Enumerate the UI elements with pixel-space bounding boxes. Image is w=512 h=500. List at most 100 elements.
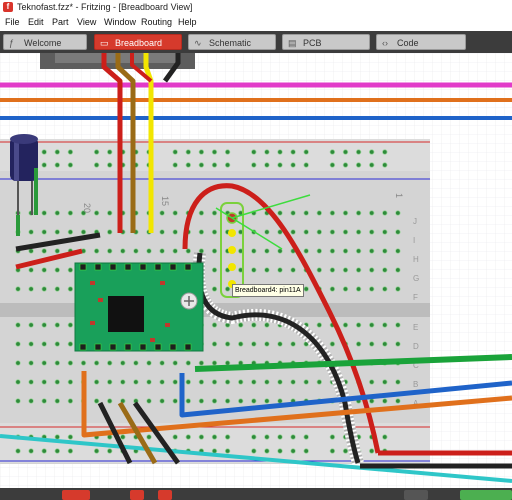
breadboard-hole[interactable] (15, 379, 21, 385)
breadboard-hole[interactable] (369, 210, 375, 216)
breadboard-hole[interactable] (159, 398, 165, 404)
breadboard-hole[interactable] (329, 229, 336, 235)
breadboard-hole[interactable] (224, 434, 231, 440)
breadboard-hole[interactable] (355, 248, 362, 254)
breadboard-hole[interactable] (290, 341, 296, 347)
breadboard-hole[interactable] (67, 434, 74, 440)
breadboard-hole[interactable] (133, 379, 139, 385)
breadboard-hole[interactable] (54, 398, 60, 404)
breadboard-hole[interactable] (159, 248, 165, 254)
breadboard-hole[interactable] (185, 434, 191, 440)
breadboard-hole[interactable] (224, 162, 231, 168)
breadboard-hole[interactable] (198, 162, 205, 168)
toolbar-zoom-button[interactable] (404, 490, 428, 500)
breadboard-hole[interactable] (185, 398, 191, 404)
breadboard-hole[interactable] (198, 398, 205, 404)
breadboard-hole[interactable] (329, 341, 336, 347)
breadboard-hole[interactable] (15, 286, 21, 292)
breadboard-hole[interactable] (382, 162, 388, 168)
breadboard-hole[interactable] (395, 229, 401, 235)
breadboard-hole[interactable] (41, 360, 47, 366)
breadboard-canvas[interactable]: 20 15 1 J I H G F E D C B A Breadboard4:… (0, 53, 512, 488)
breadboard-hole[interactable] (369, 379, 375, 385)
breadboard-hole[interactable] (54, 267, 60, 273)
breadboard-hole[interactable] (264, 398, 270, 404)
breadboard-hole[interactable] (67, 286, 74, 292)
breadboard-hole[interactable] (28, 322, 34, 328)
breadboard-hole[interactable] (395, 322, 401, 328)
breadboard-hole[interactable] (329, 448, 336, 454)
breadboard-hole[interactable] (316, 229, 322, 235)
breadboard-hole[interactable] (54, 448, 60, 454)
breadboard-hole[interactable] (185, 360, 191, 366)
breadboard-hole[interactable] (198, 434, 205, 440)
breadboard-hole[interactable] (211, 267, 218, 273)
breadboard-hole[interactable] (382, 149, 388, 155)
breadboard-hole[interactable] (211, 149, 218, 155)
breadboard-hole[interactable] (303, 379, 309, 385)
breadboard-hole[interactable] (342, 229, 349, 235)
breadboard-hole[interactable] (172, 434, 178, 440)
breadboard-hole[interactable] (106, 379, 113, 385)
breadboard-hole[interactable] (342, 210, 349, 216)
breadboard-hole[interactable] (264, 267, 270, 273)
breadboard-hole[interactable] (355, 341, 362, 347)
breadboard-hole[interactable] (329, 267, 336, 273)
breadboard-hole[interactable] (277, 210, 283, 216)
breadboard-hole[interactable] (41, 248, 47, 254)
breadboard-hole[interactable] (316, 210, 322, 216)
breadboard-hole[interactable] (290, 448, 296, 454)
breadboard-hole[interactable] (355, 286, 362, 292)
tab-schematic[interactable]: ∿ Schematic (188, 34, 276, 50)
breadboard-hole[interactable] (93, 162, 100, 168)
breadboard-hole[interactable] (54, 286, 60, 292)
breadboard-hole[interactable] (172, 229, 178, 235)
breadboard-hole[interactable] (28, 267, 34, 273)
toolbar-add-button[interactable] (130, 490, 144, 500)
breadboard-hole[interactable] (264, 149, 270, 155)
breadboard-hole[interactable] (54, 341, 60, 347)
breadboard-hole[interactable] (41, 398, 47, 404)
breadboard-hole[interactable] (342, 448, 349, 454)
breadboard-hole[interactable] (290, 162, 296, 168)
breadboard-hole[interactable] (28, 248, 34, 254)
breadboard-hole[interactable] (303, 149, 309, 155)
breadboard-hole[interactable] (355, 210, 362, 216)
breadboard-hole[interactable] (237, 322, 244, 328)
breadboard-hole[interactable] (198, 360, 205, 366)
breadboard-hole[interactable] (277, 341, 283, 347)
tab-pcb[interactable]: ▤ PCB (282, 34, 370, 50)
breadboard-hole[interactable] (342, 149, 349, 155)
breadboard-hole[interactable] (251, 149, 257, 155)
breadboard-hole[interactable] (54, 149, 60, 155)
breadboard-hole[interactable] (28, 229, 34, 235)
breadboard-hole[interactable] (277, 434, 283, 440)
breadboard-hole[interactable] (237, 398, 244, 404)
breadboard-hole[interactable] (329, 434, 336, 440)
breadboard-hole[interactable] (369, 229, 375, 235)
breadboard-hole[interactable] (41, 210, 47, 216)
breadboard-hole[interactable] (290, 267, 296, 273)
breadboard-hole[interactable] (355, 267, 362, 273)
breadboard-hole[interactable] (67, 162, 74, 168)
breadboard-hole[interactable] (41, 267, 47, 273)
breadboard-hole[interactable] (172, 398, 178, 404)
breadboard-hole[interactable] (28, 360, 34, 366)
breadboard-hole[interactable] (172, 379, 178, 385)
breadboard-hole[interactable] (329, 210, 336, 216)
menu-help[interactable]: Help (178, 14, 197, 31)
breadboard-hole[interactable] (120, 360, 126, 366)
breadboard-hole[interactable] (41, 322, 47, 328)
breadboard-hole[interactable] (355, 162, 362, 168)
toolbar-routing-status[interactable] (460, 490, 512, 500)
breadboard-hole[interactable] (15, 322, 21, 328)
breadboard-hole[interactable] (120, 434, 126, 440)
breadboard-hole[interactable] (28, 286, 34, 292)
breadboard-hole[interactable] (28, 398, 34, 404)
breadboard-hole[interactable] (15, 341, 21, 347)
breadboard-hole[interactable] (316, 322, 322, 328)
breadboard-hole[interactable] (211, 379, 218, 385)
breadboard-hole[interactable] (67, 398, 74, 404)
breadboard-hole[interactable] (290, 229, 296, 235)
stepper-driver-module[interactable] (74, 262, 204, 352)
